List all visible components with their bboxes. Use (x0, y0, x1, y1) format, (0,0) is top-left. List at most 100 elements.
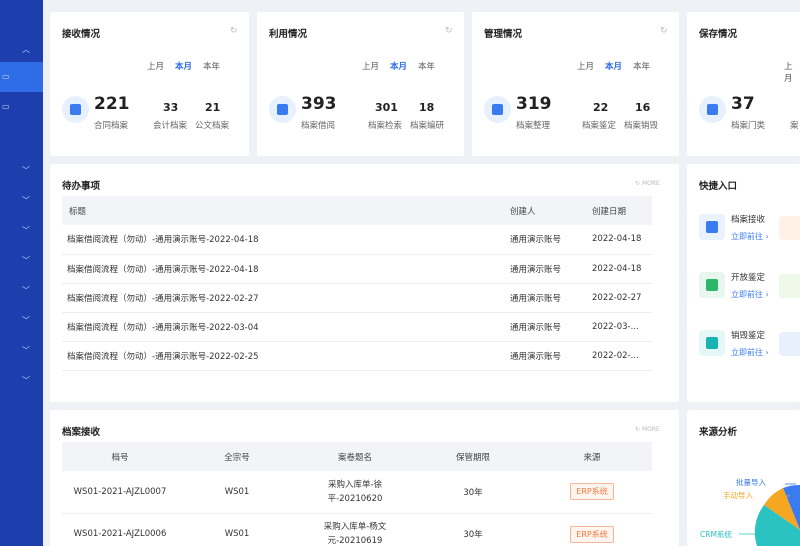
todo-creator: 通用演示账号 (510, 312, 592, 342)
table-row[interactable]: WS01-2021-AJZL0006 WS01 采购入库单-杨文 元-202106… (62, 513, 652, 546)
main-label: 合同档案 (94, 121, 129, 131)
archive-name-line2: 平-20210620 (327, 493, 383, 504)
sub1-value: 22 (593, 101, 609, 114)
tab-this-month[interactable]: 本月 (390, 60, 407, 72)
todo-creator: 通用演示账号 (510, 341, 592, 371)
sub2-value: 16 (635, 101, 651, 114)
archive-term: 30年 (414, 513, 532, 546)
more-label: MORE (641, 180, 660, 187)
sub2-label: 档案编研 (410, 121, 445, 131)
refresh-icon[interactable]: ↻ (445, 26, 453, 36)
menu-item-icon[interactable]: ▭ (2, 72, 10, 81)
tab-this-year[interactable]: 本年 (203, 60, 220, 72)
todo-table: 标题 创建人 创建日期 档案借阅流程（勿动）-通用演示账号-2022-04-18… (62, 196, 652, 371)
card-title: 档案接收 (62, 427, 101, 438)
quick-item-link[interactable]: 立即前往 › (731, 231, 769, 242)
todo-title[interactable]: 档案借阅流程（勿动）-通用演示账号-2022-04-18 (62, 225, 510, 255)
main-value: 393 (301, 94, 337, 114)
main-value: 319 (516, 94, 552, 114)
chevron-down-icon[interactable]: ﹀ (22, 165, 30, 176)
sidebar: ︿ ▭ ▭ ﹀ ﹀ ﹀ ﹀ ﹀ ﹀ ﹀ ﹀ (0, 0, 43, 546)
cut-off-icon[interactable] (779, 332, 800, 356)
quick-item-name[interactable]: 档案接收 (731, 213, 765, 225)
todo-date: 2022-04-18 (592, 254, 652, 284)
col-title: 标题 (62, 196, 510, 225)
archive-source: ERP系统 (532, 471, 652, 514)
table-row[interactable]: 档案借阅流程（勿动）-通用演示账号-2022-04-18 通用演示账号 2022… (62, 254, 652, 284)
tab-last-month[interactable]: 上月 (577, 60, 594, 72)
sub1-label: 档案鉴定 (582, 121, 617, 131)
todo-title[interactable]: 档案借阅流程（勿动）-通用演示账号-2022-03-04 (62, 312, 510, 342)
todo-creator: 通用演示账号 (510, 225, 592, 255)
archive-code[interactable]: WS01-2021-AJZL0006 (62, 513, 178, 546)
menu-item-icon[interactable]: ▭ (2, 102, 10, 111)
chevron-down-icon[interactable]: ﹀ (22, 345, 30, 356)
chevron-down-icon[interactable]: ﹀ (22, 285, 30, 296)
archive-fonds: WS01 (178, 471, 296, 514)
todo-creator: 通用演示账号 (510, 283, 592, 313)
chevron-down-icon[interactable]: ﹀ (22, 225, 30, 236)
receive-stat-card: 接收情况 ↻ 上月 本月 本年 221 合同档案 33 会计档案 21 公文档案 (50, 12, 249, 156)
card-title: 接收情况 (62, 29, 101, 40)
todo-card: 待办事项 ↻ MORE 标题 创建人 创建日期 档案借阅流程（勿动）-通用演示账… (50, 164, 679, 402)
archive-table: 档号 全宗号 案卷题名 保管期限 来源 WS01-2021-AJZL0007 W… (62, 442, 652, 546)
todo-date: 2022-04-18 (592, 225, 652, 255)
borrow-icon (269, 96, 296, 123)
source-badge: ERP系统 (570, 483, 614, 501)
todo-title[interactable]: 档案借阅流程（勿动）-通用演示账号-2022-02-25 (62, 341, 510, 371)
receive-icon[interactable] (699, 214, 725, 240)
todo-title[interactable]: 档案借阅流程（勿动）-通用演示账号-2022-02-27 (62, 283, 510, 313)
sub1-label: 会计档案 (153, 121, 188, 131)
cut-off-icon[interactable] (779, 216, 800, 240)
archive-code[interactable]: WS01-2021-AJZL0007 (62, 471, 178, 514)
quick-item-name[interactable]: 销毁鉴定 (731, 329, 765, 341)
sub2-value: 18 (419, 101, 435, 114)
sub1-label: 档案检索 (368, 121, 403, 131)
legend-label: CRM系统 (700, 530, 732, 539)
more-link[interactable]: ↻ MORE (635, 180, 660, 187)
tab-last-month[interactable]: 上月 (147, 60, 164, 72)
quick-item-link[interactable]: 立即前往 › (731, 289, 769, 300)
chevron-up-icon[interactable]: ︿ (22, 44, 30, 55)
contract-archive-icon (62, 96, 89, 123)
quick-item-name[interactable]: 开放鉴定 (731, 271, 765, 283)
legend-label: 批量导入 (736, 478, 766, 487)
chevron-down-icon[interactable]: ﹀ (22, 195, 30, 206)
table-row[interactable]: 档案借阅流程（勿动）-通用演示账号-2022-03-04 通用演示账号 2022… (62, 312, 652, 342)
quick-item-link[interactable]: 立即前往 › (731, 347, 769, 358)
tab-this-year[interactable]: 本年 (633, 60, 650, 72)
table-row[interactable]: WS01-2021-AJZL0007 WS01 采购入库单-徐 平-2021062… (62, 471, 652, 514)
table-row[interactable]: 档案借阅流程（勿动）-通用演示账号-2022-02-27 通用演示账号 2022… (62, 283, 652, 313)
cut-off-icon[interactable] (779, 274, 800, 298)
todo-title[interactable]: 档案借阅流程（勿动）-通用演示账号-2022-04-18 (62, 254, 510, 284)
chevron-down-icon[interactable]: ﹀ (22, 315, 30, 326)
main-value: 221 (94, 94, 130, 114)
tab-this-year[interactable]: 本年 (418, 60, 435, 72)
destroy-appraisal-icon[interactable] (699, 330, 725, 356)
tab-this-month[interactable]: 本月 (175, 60, 192, 72)
chevron-down-icon[interactable]: ﹀ (22, 375, 30, 386)
archive-name: 采购入库单-杨文 元-20210619 (296, 513, 414, 546)
chevron-down-icon[interactable]: ﹀ (22, 255, 30, 266)
main-value: 37 (731, 94, 755, 114)
storage-stat-card: 保存情况 上月 37 档案门类 案 (687, 12, 800, 156)
tab-last-month[interactable]: 上月 (784, 60, 800, 84)
main-label: 档案门类 (731, 121, 766, 131)
table-row[interactable]: 档案借阅流程（勿动）-通用演示账号-2022-02-25 通用演示账号 2022… (62, 341, 652, 371)
col-term: 保管期限 (414, 442, 532, 471)
sub2-label: 档案销毁 (624, 121, 659, 131)
quick-entry-card: 快捷入口 档案接收 立即前往 › 开放鉴定 立即前往 › 销毁鉴定 立即前往 › (687, 164, 800, 402)
tab-this-month[interactable]: 本月 (605, 60, 622, 72)
col-name: 案卷题名 (296, 442, 414, 471)
archive-name: 采购入库单-徐 平-20210620 (296, 471, 414, 514)
table-row[interactable]: 档案借阅流程（勿动）-通用演示账号-2022-04-18 通用演示账号 2022… (62, 225, 652, 255)
more-link[interactable]: ↻ MORE (635, 426, 660, 433)
refresh-icon[interactable]: ↻ (230, 26, 238, 36)
sub2-label: 公文档案 (195, 121, 230, 131)
todo-date: 2022-03-... (592, 312, 652, 342)
usage-stat-card: 利用情况 ↻ 上月 本月 本年 393 档案借阅 301 档案检索 18 档案编… (257, 12, 464, 156)
tab-last-month[interactable]: 上月 (362, 60, 379, 72)
open-appraisal-icon[interactable] (699, 272, 725, 298)
col-date: 创建日期 (592, 196, 652, 225)
refresh-icon[interactable]: ↻ (660, 26, 668, 36)
